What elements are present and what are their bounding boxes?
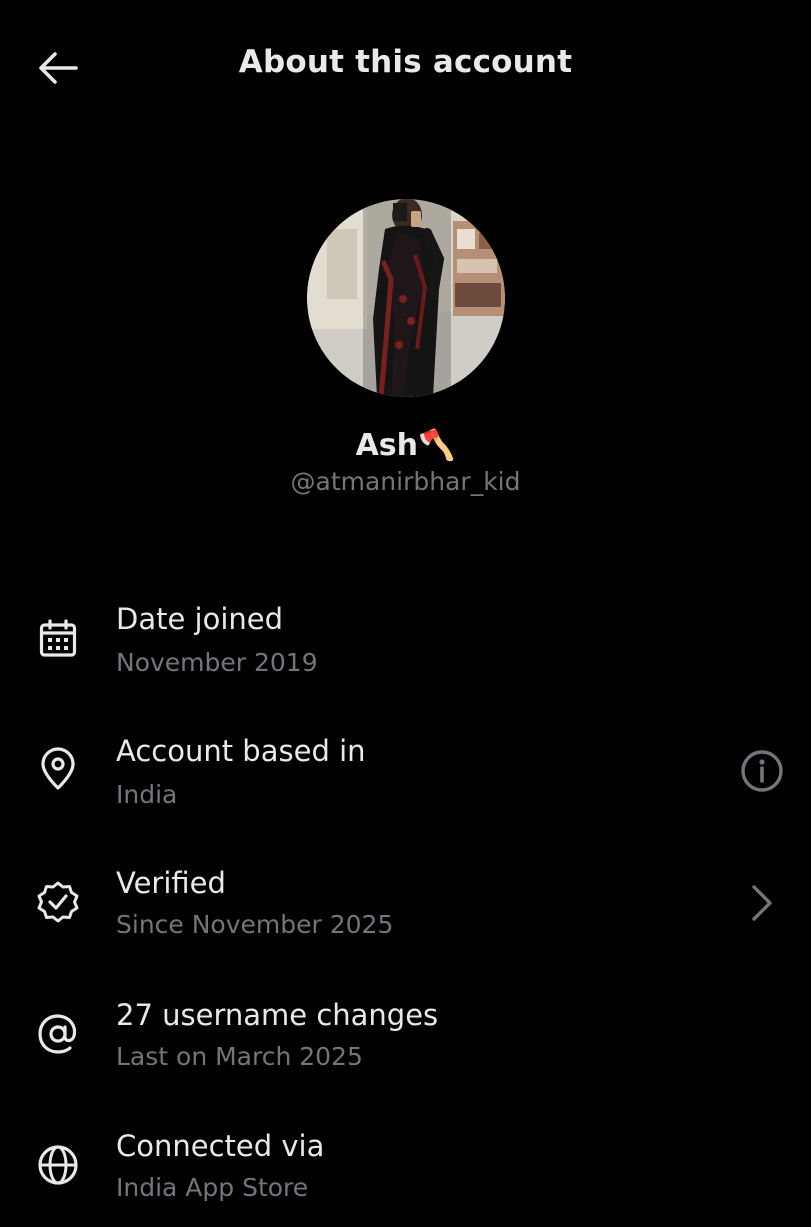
connected-via-value: India App Store	[116, 1173, 309, 1202]
username-handle: @atmanirbhar_kid	[290, 467, 521, 496]
page-title: About this account	[238, 44, 573, 80]
account-based-in-label: Account based in	[116, 734, 366, 768]
verified-label: Verified	[116, 866, 226, 900]
date-joined-row: Date joined November 2019	[0, 590, 811, 700]
date-joined-value: November 2019	[116, 648, 318, 677]
verified-badge-icon	[36, 880, 80, 924]
account-based-in-value: India	[116, 780, 178, 809]
date-joined-label: Date joined	[116, 602, 284, 636]
verified-value: Since November 2025	[116, 910, 394, 939]
chevron-right-icon	[748, 883, 776, 923]
profile-photo	[307, 199, 505, 397]
globe-icon	[36, 1143, 80, 1187]
calendar-icon	[36, 617, 80, 661]
username-changes-row: 27 username changes Last on March 2025	[0, 986, 811, 1096]
account-based-in-row: Account based in India	[0, 722, 811, 832]
verified-row[interactable]: Verified Since November 2025	[0, 854, 811, 964]
avatar[interactable]	[307, 199, 505, 397]
display-name: Ash🪓	[355, 428, 456, 463]
connected-via-row: Connected via India App Store	[0, 1117, 811, 1227]
username-changes-label: 27 username changes	[116, 998, 439, 1032]
top-bar: About this account	[0, 0, 811, 136]
username-changes-value: Last on March 2025	[116, 1042, 363, 1071]
location-pin-icon	[36, 747, 80, 791]
info-icon	[740, 749, 784, 793]
at-sign-icon	[36, 1012, 80, 1056]
verified-details-button[interactable]	[737, 878, 787, 928]
connected-via-label: Connected via	[116, 1129, 325, 1163]
info-button[interactable]	[737, 746, 787, 796]
